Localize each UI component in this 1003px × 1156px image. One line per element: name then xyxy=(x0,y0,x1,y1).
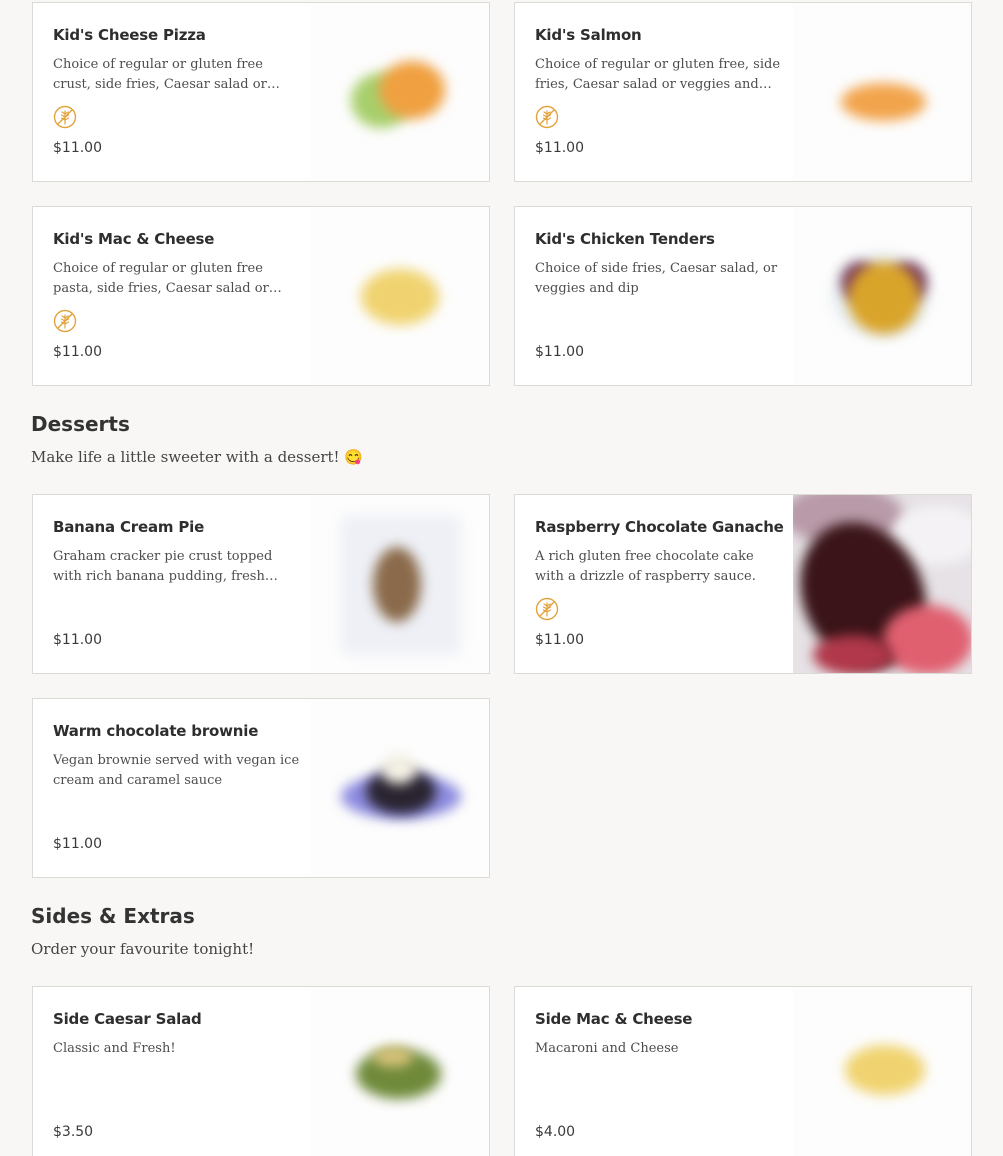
menu-item-name: Side Caesar Salad xyxy=(53,1010,202,1028)
menu-item-description: Graham cracker pie crust topped with ric… xyxy=(53,549,273,584)
menu-item-card[interactable]: Kid's Chicken Tenders Choice of side fri… xyxy=(514,206,972,386)
menu-item-name: Raspberry Chocolate Ganache xyxy=(535,518,784,536)
menu-item-photo xyxy=(311,987,489,1156)
menu-item-photo xyxy=(311,699,489,877)
menu-item-card[interactable]: Kid's Mac & Cheese Choice of regular or … xyxy=(32,206,490,386)
menu-item-name: Kid's Cheese Pizza xyxy=(53,26,206,44)
section-subtitle-sides: Order your favourite tonight! xyxy=(31,940,255,958)
menu-item-card[interactable]: Side Mac & Cheese Macaroni and Cheese $4… xyxy=(514,986,972,1156)
menu-item-name: Warm chocolate brownie xyxy=(53,722,259,740)
menu-item-info: Warm chocolate brownie Vegan brownie ser… xyxy=(53,699,303,877)
menu-item-description: Classic and Fresh! xyxy=(53,1041,176,1056)
gluten-free-icon xyxy=(535,105,559,129)
menu-item-name: Kid's Chicken Tenders xyxy=(535,230,715,248)
menu-item-description: Choice of regular or gluten free pasta, … xyxy=(53,261,269,296)
menu-item-price: $11.00 xyxy=(53,344,102,360)
menu-item-info: Side Mac & Cheese Macaroni and Cheese $4… xyxy=(535,987,785,1156)
menu-item-description: Choice of regular or gluten free crust, … xyxy=(53,57,267,92)
menu-item-price: $4.00 xyxy=(535,1124,576,1140)
menu-item-info: Raspberry Chocolate Ganache A rich glute… xyxy=(535,495,785,673)
menu-item-info: Kid's Chicken Tenders Choice of side fri… xyxy=(535,207,785,385)
menu-item-description: Macaroni and Cheese xyxy=(535,1041,679,1056)
menu-item-photo xyxy=(311,207,489,385)
menu-item-description: Choice of side fries, Caesar salad, or v… xyxy=(535,261,778,296)
menu-item-card[interactable]: Raspberry Chocolate Ganache A rich glute… xyxy=(514,494,972,674)
menu-item-card[interactable]: Kid's Salmon Choice of regular or gluten… xyxy=(514,2,972,182)
menu-item-price: $3.50 xyxy=(53,1124,94,1140)
menu-item-price: $11.00 xyxy=(53,140,102,156)
menu-item-name: Banana Cream Pie xyxy=(53,518,205,536)
menu-item-description: Vegan brownie served with vegan ice crea… xyxy=(53,753,300,788)
menu-item-photo xyxy=(311,495,489,673)
menu-item-price: $11.00 xyxy=(535,140,584,156)
gluten-free-icon xyxy=(53,105,77,129)
menu-item-photo xyxy=(793,3,971,181)
menu-item-photo xyxy=(793,207,971,385)
menu-item-photo xyxy=(311,3,489,181)
menu-item-card[interactable]: Side Caesar Salad Classic and Fresh! $3.… xyxy=(32,986,490,1156)
menu-item-name: Kid's Salmon xyxy=(535,26,642,44)
menu-item-name: Kid's Mac & Cheese xyxy=(53,230,215,248)
menu-item-photo xyxy=(793,987,971,1156)
section-title-sides: Sides & Extras xyxy=(31,904,195,928)
menu-item-price: $11.00 xyxy=(53,632,102,648)
menu-item-name: Side Mac & Cheese xyxy=(535,1010,693,1028)
section-subtitle-desserts: Make life a little sweeter with a desser… xyxy=(31,448,363,466)
menu-item-description: Choice of regular or gluten free, side f… xyxy=(535,57,780,92)
menu-item-description: A rich gluten free chocolate cake with a… xyxy=(535,549,756,584)
menu-item-info: Kid's Cheese Pizza Choice of regular or … xyxy=(53,3,303,181)
menu-item-price: $11.00 xyxy=(535,632,584,648)
menu-item-info: Banana Cream Pie Graham cracker pie crus… xyxy=(53,495,303,673)
gluten-free-icon xyxy=(535,597,559,621)
menu-item-info: Side Caesar Salad Classic and Fresh! $3.… xyxy=(53,987,303,1156)
menu-item-info: Kid's Mac & Cheese Choice of regular or … xyxy=(53,207,303,385)
menu-item-photo xyxy=(793,495,971,673)
menu-item-card[interactable]: Warm chocolate brownie Vegan brownie ser… xyxy=(32,698,490,878)
gluten-free-icon xyxy=(53,309,77,333)
section-title-desserts: Desserts xyxy=(31,412,130,436)
menu-item-info: Kid's Salmon Choice of regular or gluten… xyxy=(535,3,785,181)
menu-item-card[interactable]: Kid's Cheese Pizza Choice of regular or … xyxy=(32,2,490,182)
menu-item-price: $11.00 xyxy=(535,344,584,360)
menu-item-card[interactable]: Banana Cream Pie Graham cracker pie crus… xyxy=(32,494,490,674)
menu-item-price: $11.00 xyxy=(53,836,102,852)
